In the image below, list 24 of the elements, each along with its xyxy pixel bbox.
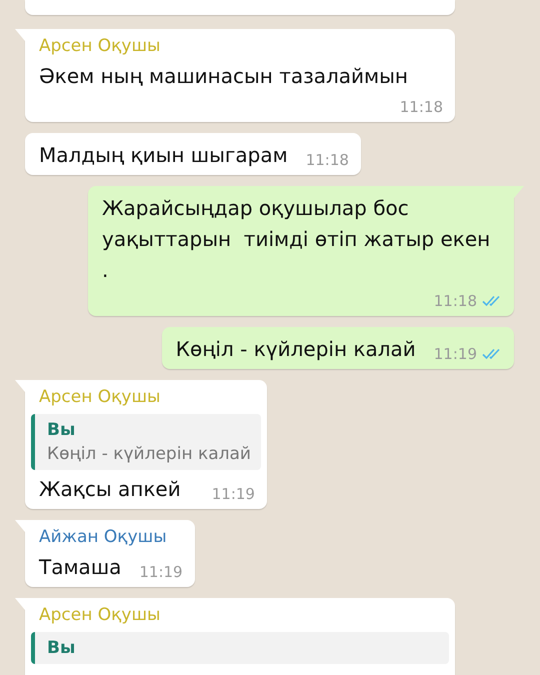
sender-name: Арсен Оқушы	[39, 387, 162, 407]
quote-author: Вы	[47, 638, 76, 658]
message-text: Жақсы апкей	[39, 476, 181, 503]
message-text: Әкем ның машинасын тазалаймын	[39, 63, 408, 90]
sender-name: Арсен Оқушы	[39, 605, 162, 625]
message-bubble[interactable]: Малдың қиын шыгарам 11:18	[25, 133, 361, 175]
message-time: 11:18	[400, 97, 443, 118]
message-text: Тамаша	[39, 554, 122, 581]
message-time: 11:19	[212, 484, 255, 505]
message-time: 11:18	[434, 291, 477, 312]
quoted-message[interactable]: Вы	[31, 632, 449, 664]
message-time: 11:19	[139, 562, 183, 583]
sender-name: Айжан Оқушы	[39, 527, 168, 547]
message-bubble[interactable]	[25, 0, 455, 15]
quote-text: Көңіл - күйлерін калай	[47, 444, 251, 464]
message-bubble[interactable]: Көңіл - күйлерін калай 11:19	[162, 327, 514, 369]
message-time: 11:19	[434, 344, 477, 365]
quoted-message[interactable]: Вы Көңіл - күйлерін калай	[31, 414, 261, 470]
quote-author: Вы	[47, 420, 76, 440]
message-text: Малдың қиын шыгарам	[39, 142, 288, 169]
message-text: Көңіл - күйлерін калай	[176, 336, 416, 363]
sender-name: Арсен Оқушы	[39, 36, 162, 56]
message-text: Жарайсыңдар оқушылар бос уақыттарын тиімді өтіп жатыр екен .	[102, 195, 492, 284]
message-time: 11:18	[306, 150, 349, 171]
